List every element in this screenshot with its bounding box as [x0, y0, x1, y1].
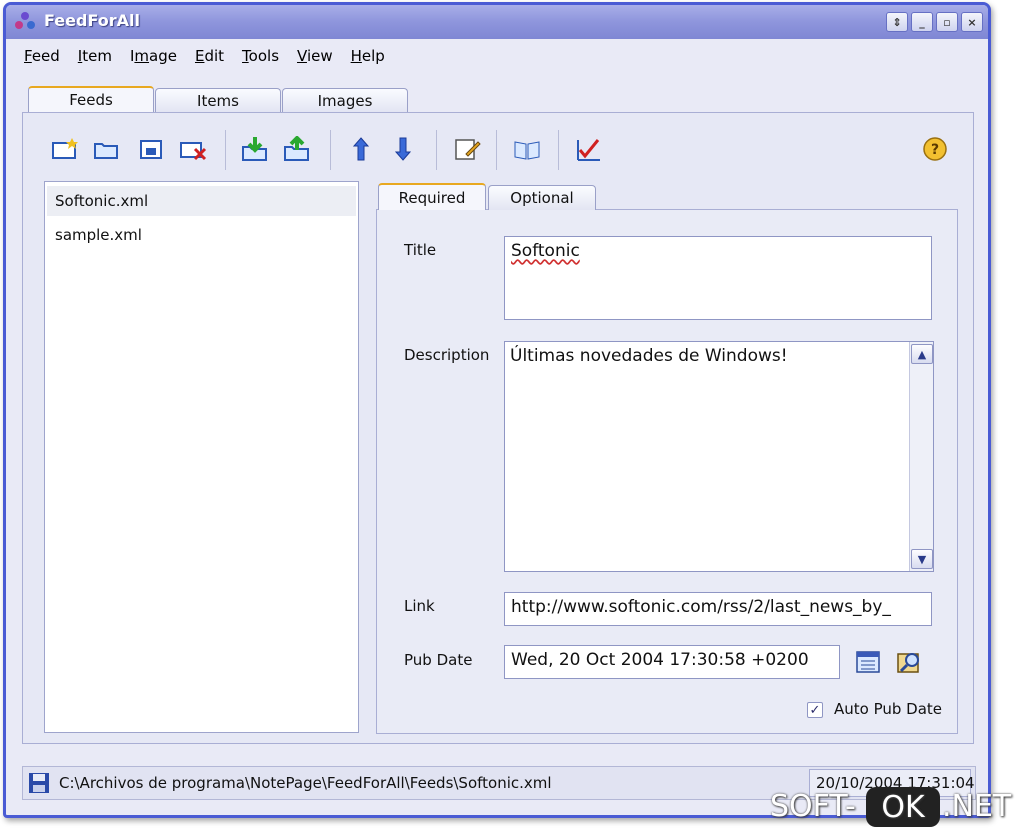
preview-book-icon[interactable] — [512, 136, 542, 162]
menu-tools[interactable]: Tools — [242, 47, 279, 65]
toolbar-separator — [330, 130, 331, 170]
close-button[interactable]: × — [961, 12, 983, 32]
save-icon[interactable] — [136, 136, 166, 162]
description-label: Description — [404, 346, 490, 364]
pubdate-label: Pub Date — [404, 651, 473, 669]
move-down-icon[interactable] — [388, 136, 418, 162]
title-field[interactable]: Softonic — [504, 236, 932, 320]
list-item[interactable]: sample.xml — [47, 220, 356, 250]
find-date-icon[interactable] — [896, 648, 924, 676]
rollup-button[interactable]: ⇕ — [886, 12, 908, 32]
toolbar-separator — [558, 130, 559, 170]
watermark-left: SOFT- — [770, 789, 856, 824]
menu-item[interactable]: Item — [78, 47, 112, 65]
move-up-icon[interactable] — [346, 136, 376, 162]
list-item[interactable]: Softonic.xml — [47, 186, 356, 216]
tab-required[interactable]: Required — [378, 183, 486, 210]
watermark: SOFT- OK .NET — [770, 787, 1014, 829]
import-icon[interactable] — [240, 136, 270, 162]
tab-items[interactable]: Items — [155, 88, 281, 112]
title-bar[interactable]: FeedForAll ⇕ _ ▫ × — [6, 5, 988, 39]
open-folder-icon[interactable] — [92, 136, 122, 162]
app-icon — [15, 12, 35, 29]
scroll-down-icon[interactable]: ▼ — [911, 549, 933, 569]
menu-image[interactable]: Image — [130, 47, 177, 65]
export-icon[interactable] — [282, 136, 312, 162]
delete-feed-icon[interactable] — [178, 136, 208, 162]
toolbar-separator — [496, 130, 497, 170]
feed-file-list: Softonic.xml sample.xml — [44, 181, 359, 733]
disk-icon — [29, 773, 49, 793]
new-feed-icon[interactable] — [50, 136, 80, 162]
title-label: Title — [404, 241, 437, 259]
validate-icon[interactable] — [574, 136, 604, 162]
tab-feeds[interactable]: Feeds — [28, 86, 154, 112]
link-label: Link — [404, 597, 435, 615]
svg-text:?: ? — [931, 142, 939, 158]
tab-images[interactable]: Images — [282, 88, 408, 112]
description-scrollbar[interactable]: ▲ ▼ — [909, 342, 933, 571]
scroll-up-icon[interactable]: ▲ — [911, 344, 933, 364]
menu-feed[interactable]: Feed — [24, 47, 60, 65]
minimize-button[interactable]: _ — [911, 12, 933, 32]
window-title: FeedForAll — [44, 11, 140, 30]
title-value: Softonic — [511, 241, 580, 261]
menu-bar: Feed Item Image Edit Tools View Help — [24, 47, 385, 71]
auto-pubdate-checkbox[interactable]: ✓ — [807, 702, 823, 718]
calendar-icon[interactable] — [854, 648, 882, 676]
link-field[interactable]: http://www.softonic.com/rss/2/last_news_… — [504, 592, 932, 626]
pubdate-field[interactable]: Wed, 20 Oct 2004 17:30:58 +0200 — [504, 645, 840, 679]
toolbar-separator — [225, 130, 226, 170]
tab-optional[interactable]: Optional — [488, 185, 596, 210]
help-icon[interactable]: ? — [920, 136, 950, 162]
toolbar-separator — [436, 130, 437, 170]
watermark-ok: OK — [866, 787, 940, 827]
menu-edit[interactable]: Edit — [195, 47, 224, 65]
description-field[interactable]: Últimas novedades de Windows! ▲ ▼ — [504, 341, 934, 572]
description-value: Últimas novedades de Windows! — [510, 346, 788, 366]
edit-xml-icon[interactable] — [452, 136, 482, 162]
menu-help[interactable]: Help — [351, 47, 385, 65]
menu-view[interactable]: View — [297, 47, 333, 65]
status-path: C:\Archivos de programa\NotePage\FeedFor… — [59, 774, 552, 792]
auto-pubdate-label: Auto Pub Date — [834, 700, 943, 718]
maximize-button[interactable]: ▫ — [936, 12, 958, 32]
watermark-right: .NET — [942, 789, 1012, 824]
